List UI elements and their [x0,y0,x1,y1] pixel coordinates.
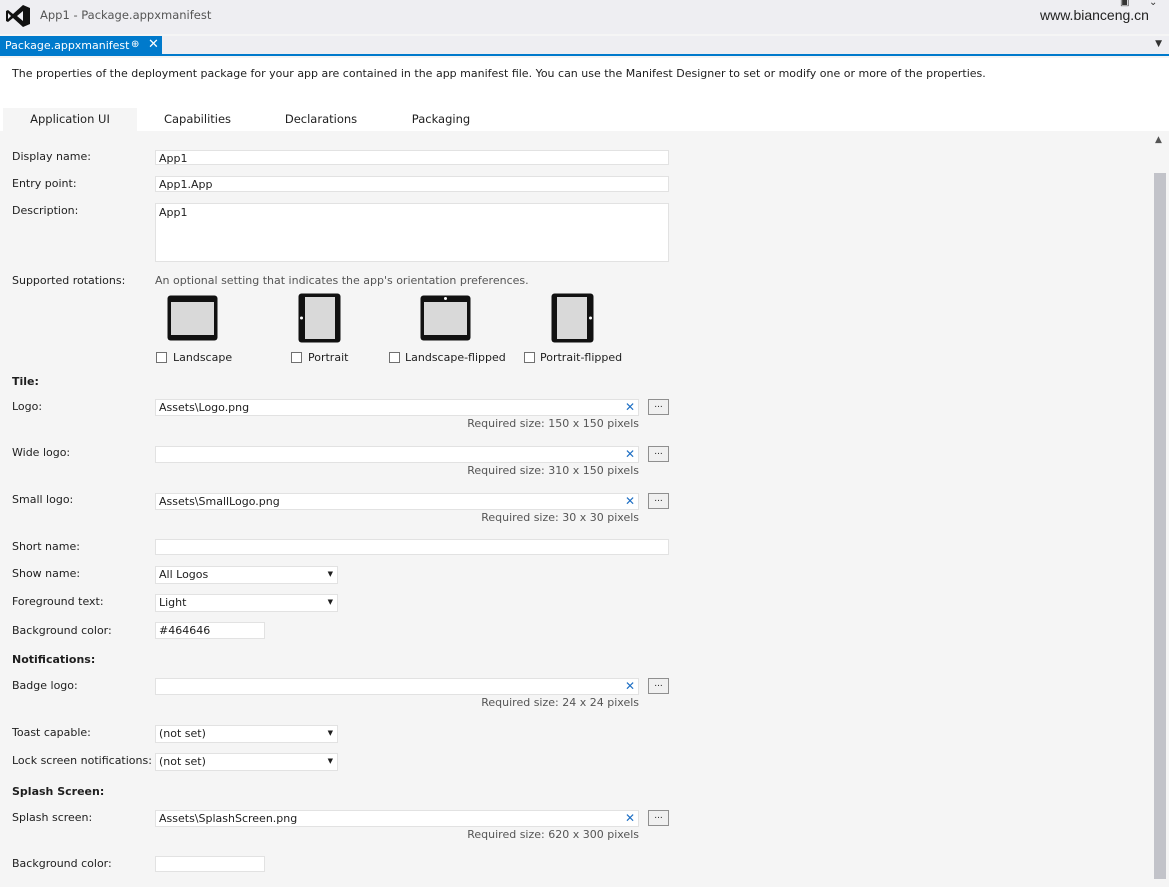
background-color-input[interactable]: #464646 [155,622,265,639]
portrait-flipped-checkbox[interactable] [524,352,535,363]
tab-application-ui[interactable]: Application UI [3,108,137,131]
short-name-input[interactable] [155,539,669,555]
tile-section-header: Tile: [12,375,39,388]
description-textarea[interactable]: App1 [155,203,669,262]
toast-capable-label: Toast capable: [12,726,91,739]
landscape-flipped-device-icon [420,295,471,341]
small-logo-required-size: Required size: 30 x 30 pixels [481,511,639,524]
lock-screen-notifications-label: Lock screen notifications: [12,754,152,767]
notifications-section-header: Notifications: [12,653,96,666]
designer-tabs: Application UI Capabilities Declarations… [0,108,1169,131]
wide-logo-browse-button[interactable]: ... [648,446,669,462]
entry-point-label: Entry point: [12,177,77,190]
splash-screen-required-size: Required size: 620 x 300 pixels [467,828,639,841]
logo-required-size: Required size: 150 x 150 pixels [467,417,639,430]
tab-declarations[interactable]: Declarations [262,108,380,131]
vertical-scrollbar[interactable]: ▲ [1150,131,1169,887]
wide-logo-clear-icon[interactable]: ✕ [625,447,635,461]
logo-label: Logo: [12,400,43,413]
small-logo-input[interactable]: Assets\SmallLogo.png [155,493,639,510]
splash-background-color-label: Background color: [12,857,112,870]
portrait-flipped-option-label: Portrait-flipped [540,351,623,364]
portrait-option-label: Portrait [308,351,349,364]
small-logo-browse-button[interactable]: ... [648,493,669,509]
portrait-checkbox[interactable] [291,352,302,363]
lock-screen-notifications-value: (not set) [159,755,206,768]
landscape-device-icon [167,295,218,341]
application-ui-panel: Display name: App1 Entry point: App1.App… [0,131,1150,887]
dropdown-arrow-icon: ▼ [327,757,333,765]
toast-capable-select[interactable]: (not set) ▼ [155,725,338,743]
show-name-select[interactable]: All Logos ▼ [155,566,338,584]
pin-icon[interactable]: ⊕ [131,39,139,50]
supported-rotations-label: Supported rotations: [12,274,126,287]
landscape-checkbox[interactable] [156,352,167,363]
wide-logo-label: Wide logo: [12,446,71,459]
window-title: App1 - Package.appxmanifest [40,8,212,22]
document-tab-package-manifest[interactable]: Package.appxmanifest ⊕ ✕ [0,36,162,55]
scrollbar-thumb[interactable] [1154,173,1166,879]
splash-screen-label: Splash screen: [12,811,93,824]
foreground-text-value: Light [159,596,187,609]
short-name-label: Short name: [12,540,80,553]
show-name-value: All Logos [159,568,209,581]
lock-screen-notifications-select[interactable]: (not set) ▼ [155,753,338,771]
chevron-down-icon[interactable]: ⌄ [1149,0,1157,8]
scroll-up-icon[interactable]: ▲ [1155,135,1162,145]
badge-logo-label: Badge logo: [12,679,78,692]
show-name-label: Show name: [12,567,81,580]
small-logo-clear-icon[interactable]: ✕ [625,494,635,508]
document-tab-label: Package.appxmanifest [5,39,130,52]
splash-screen-section-header: Splash Screen: [12,785,105,798]
info-text: The properties of the deployment package… [12,67,986,80]
title-bar: App1 - Package.appxmanifest ▣ ⌄ www.bian… [0,0,1169,34]
tab-packaging[interactable]: Packaging [384,108,498,131]
foreground-text-label: Foreground text: [12,595,104,608]
splash-screen-input[interactable]: Assets\SplashScreen.png [155,810,639,827]
badge-logo-clear-icon[interactable]: ✕ [625,679,635,693]
badge-logo-input[interactable] [155,678,639,695]
badge-logo-browse-button[interactable]: ... [648,678,669,694]
landscape-flipped-checkbox[interactable] [389,352,400,363]
landscape-flipped-option-label: Landscape-flipped [405,351,506,364]
dropdown-arrow-icon: ▼ [327,729,333,737]
logo-browse-button[interactable]: ... [648,399,669,415]
description-label: Description: [12,204,79,217]
logo-clear-icon[interactable]: ✕ [625,400,635,414]
wide-logo-input[interactable] [155,446,639,463]
portrait-flipped-device-icon [551,293,594,343]
tab-list-dropdown-icon[interactable]: ▼ [1155,39,1162,49]
visual-studio-logo-icon [6,5,30,27]
splash-screen-clear-icon[interactable]: ✕ [625,811,635,825]
entry-point-input[interactable]: App1.App [155,176,669,192]
tab-capabilities[interactable]: Capabilities [140,108,255,131]
small-logo-label: Small logo: [12,493,74,506]
badge-logo-required-size: Required size: 24 x 24 pixels [481,696,639,709]
foreground-text-select[interactable]: Light ▼ [155,594,338,612]
toast-capable-value: (not set) [159,727,206,740]
close-tab-icon[interactable]: ✕ [148,37,159,52]
splash-screen-browse-button[interactable]: ... [648,810,669,826]
display-name-label: Display name: [12,150,91,163]
splash-background-color-input[interactable] [155,856,265,872]
display-name-input[interactable]: App1 [155,150,669,165]
logo-input[interactable]: Assets\Logo.png [155,399,639,416]
dropdown-arrow-icon: ▼ [327,598,333,606]
portrait-device-icon [298,293,341,343]
supported-rotations-hint: An optional setting that indicates the a… [155,274,529,287]
watermark: www.bianceng.cn [1040,7,1149,23]
landscape-option-label: Landscape [173,351,233,364]
info-bar: The properties of the deployment package… [0,58,1169,108]
background-color-label: Background color: [12,624,112,637]
wide-logo-required-size: Required size: 310 x 150 pixels [467,464,639,477]
dropdown-arrow-icon: ▼ [327,570,333,578]
document-tab-strip: Package.appxmanifest ⊕ ✕ ▼ [0,36,1169,56]
